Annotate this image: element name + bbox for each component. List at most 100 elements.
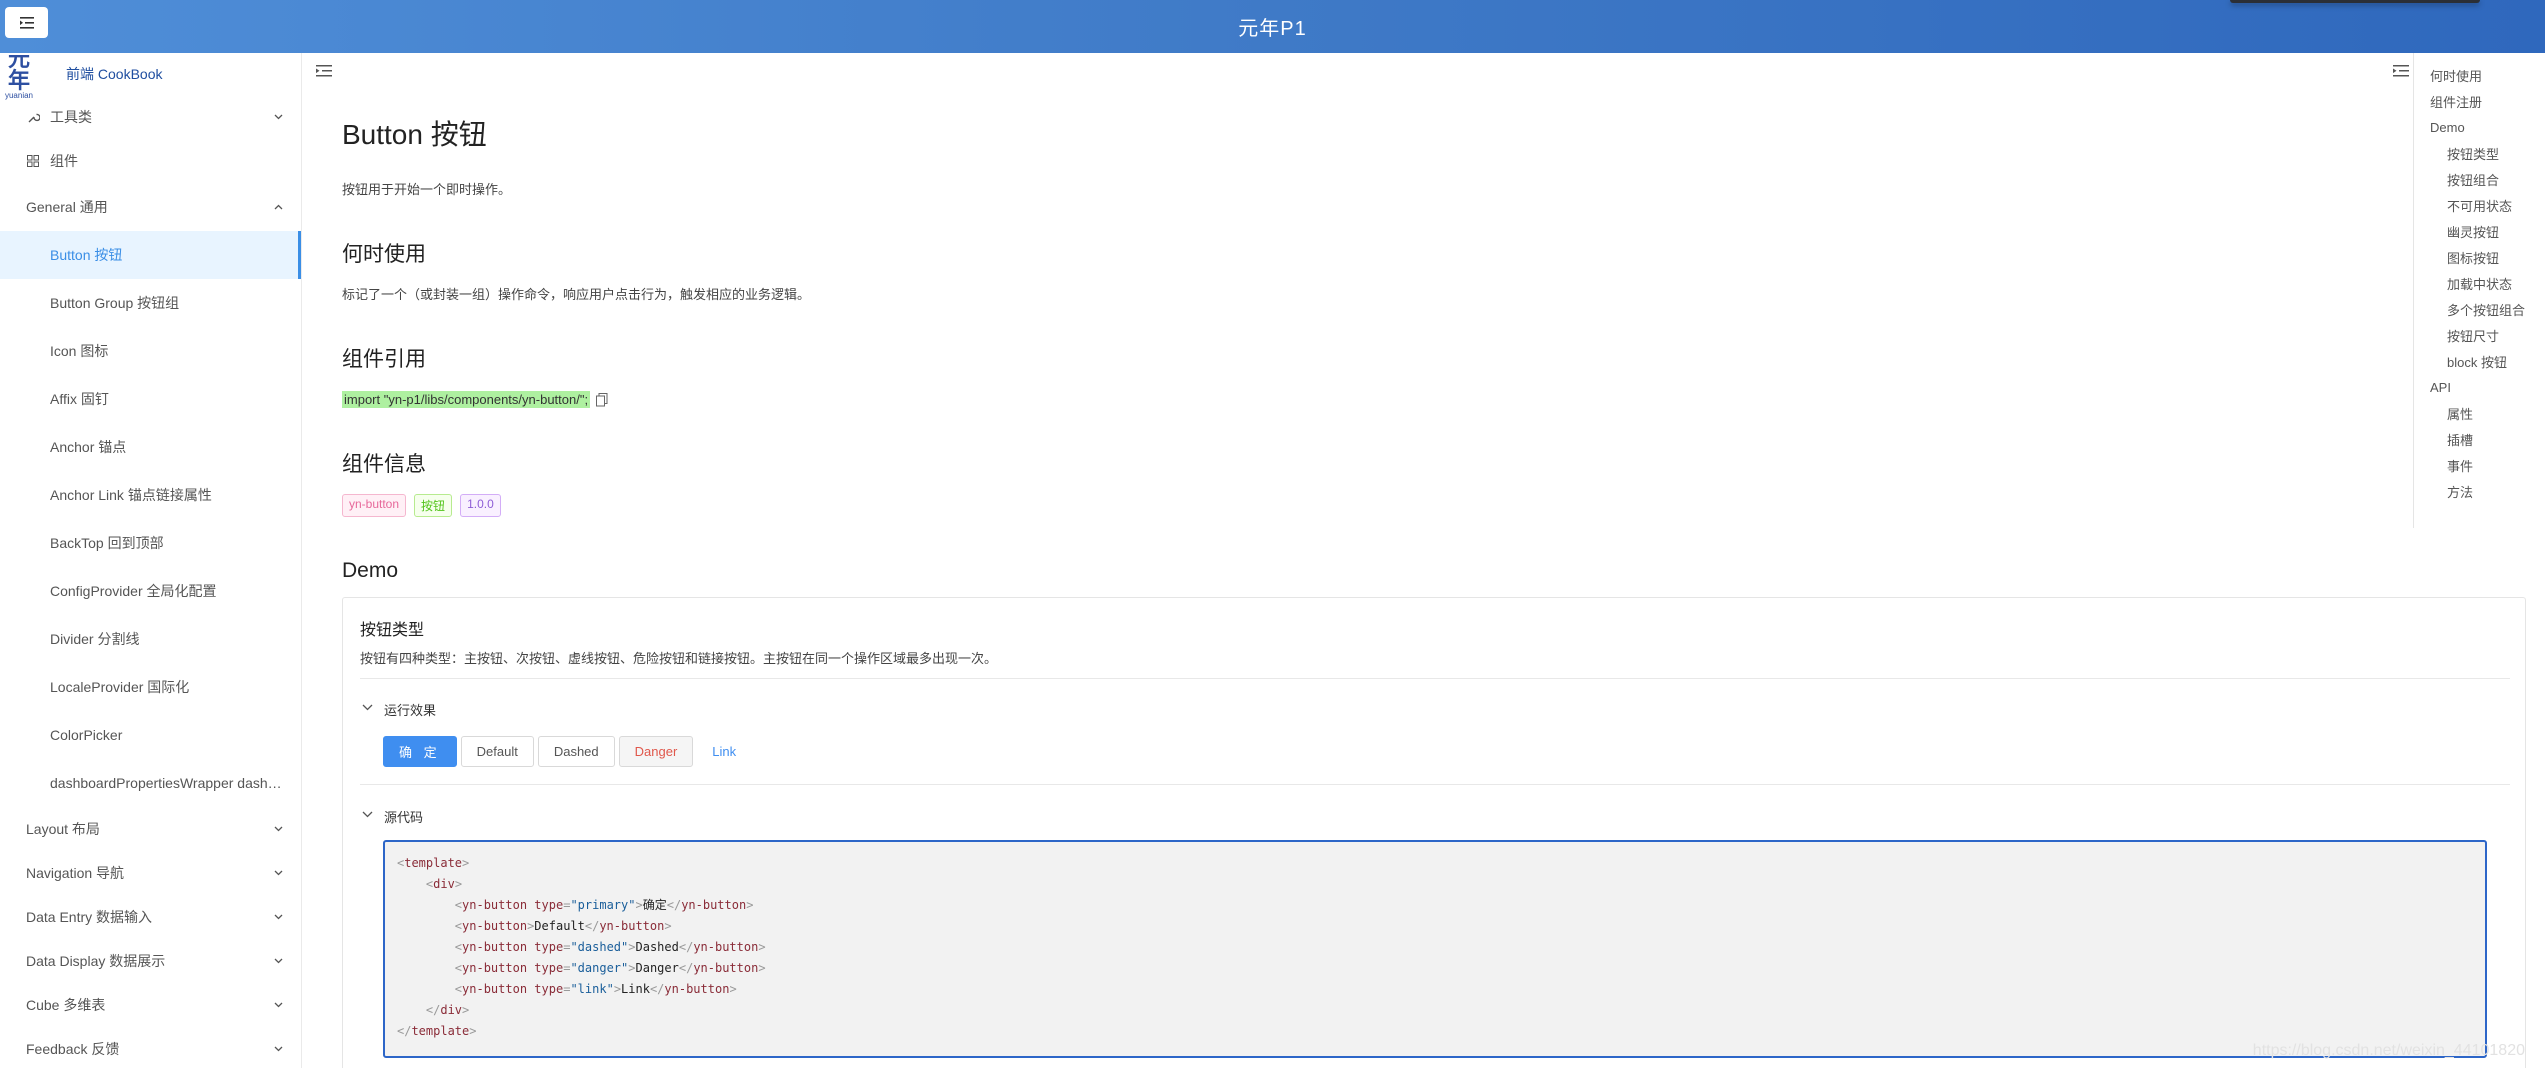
sidebar-item-dashboard-properties[interactable]: dashboardPropertiesWrapper dashboard属性配置	[0, 759, 301, 807]
chevron-down-icon	[273, 1000, 283, 1010]
section-import-title: 组件引用	[342, 348, 426, 371]
sidebar-item-label: ConfigProvider 全局化配置	[50, 583, 217, 599]
link-button[interactable]: Link	[697, 736, 751, 767]
code-token: type	[534, 898, 564, 912]
demo-card-desc: 按钮有四种类型：主按钮、次按钮、虚线按钮、危险按钮和链接按钮。主按钮在同一个操作…	[360, 651, 998, 666]
sidebar-item-label: Button Group 按钮组	[50, 295, 180, 311]
table-of-contents: 何时使用 组件注册 Demo 按钮类型 按钮组合 不可用状态 幽灵按钮 图标按钮…	[2413, 53, 2545, 528]
sidebar-item-tools[interactable]: 工具类	[0, 95, 301, 139]
toc-item-block[interactable]: block 按钮	[2414, 348, 2545, 374]
sidebar-item-affix[interactable]: Affix 固钉	[0, 375, 301, 423]
chevron-down-icon	[362, 704, 374, 716]
toc-item-register[interactable]: 组件注册	[2414, 88, 2545, 114]
toc-item-disabled[interactable]: 不可用状态	[2414, 192, 2545, 218]
sidebar-item-label: 工具类	[50, 109, 92, 125]
tag-category: 按钮	[414, 494, 453, 517]
danger-button[interactable]: Danger	[618, 736, 694, 767]
brand[interactable]: 元年 yuanian 前端 CookBook	[0, 53, 301, 100]
code-token: 确定	[642, 898, 667, 912]
code-token: Link	[621, 982, 650, 996]
sidebar-item-label: BackTop 回到顶部	[50, 535, 164, 551]
toc-item-methods[interactable]: 方法	[2414, 478, 2545, 504]
toc-item-button-group[interactable]: 按钮组合	[2414, 166, 2545, 192]
chevron-down-icon	[273, 1044, 283, 1054]
toc-item-props[interactable]: 属性	[2414, 400, 2545, 426]
section-when-title: 何时使用	[342, 243, 426, 266]
code-line: <div>	[425, 877, 463, 891]
chevron-up-icon	[273, 202, 283, 212]
default-button[interactable]: Default	[460, 736, 534, 767]
toc-item-multiple[interactable]: 多个按钮组合	[2414, 296, 2545, 322]
code-token: type	[534, 982, 564, 996]
sidebar-item-backtop[interactable]: BackTop 回到顶部	[0, 519, 301, 567]
toc-item-ghost[interactable]: 幽灵按钮	[2414, 218, 2545, 244]
grid-icon	[26, 154, 40, 168]
sidebar-group-cube[interactable]: Cube 多维表	[0, 983, 301, 1027]
page-description: 按钮用于开始一个即时操作。	[342, 182, 512, 197]
toc-item-api[interactable]: API	[2414, 374, 2545, 400]
source-code-editor[interactable]: <template> <div> <yn-button type="primar…	[383, 840, 2487, 1058]
code-token: yn-button	[462, 961, 528, 975]
page-title: Button 按钮	[342, 119, 487, 150]
primary-button[interactable]: 确 定	[383, 736, 457, 767]
sidebar-item-label: Icon 图标	[50, 343, 109, 359]
sidebar-group-layout[interactable]: Layout 布局	[0, 807, 301, 851]
code-token: link	[577, 982, 607, 996]
sidebar-item-components[interactable]: 组件	[0, 139, 301, 183]
sidebar-item-label: Feedback 反馈	[26, 1041, 120, 1057]
toc-item-size[interactable]: 按钮尺寸	[2414, 322, 2545, 348]
sidebar-item-label: dashboardPropertiesWrapper dashboard属性配置	[50, 775, 283, 791]
code-token: Danger	[635, 961, 679, 975]
toc-item-button-type[interactable]: 按钮类型	[2414, 140, 2545, 166]
sidebar-item-anchor-link[interactable]: Anchor Link 锚点链接属性	[0, 471, 301, 519]
toc-item-slots[interactable]: 插槽	[2414, 426, 2545, 452]
sidebar-item-label: Data Display 数据展示	[26, 953, 166, 969]
main-content: Button 按钮 按钮用于开始一个即时操作。 何时使用 标记了一个（或封装一组…	[302, 53, 2545, 1068]
sidebar-item-label: 组件	[50, 153, 78, 169]
logo-cn: 元年	[7, 53, 30, 94]
button-demo-row: 确 定 Default Dashed Danger Link	[383, 736, 751, 767]
code-token: yn-button	[693, 940, 759, 954]
sidebar-group-data-display[interactable]: Data Display 数据展示	[0, 939, 301, 983]
code-token: type	[534, 940, 564, 954]
sidebar-item-label: Anchor Link 锚点链接属性	[50, 487, 212, 503]
menu-toggle-button[interactable]	[5, 7, 48, 38]
code-token: yn-button	[462, 982, 528, 996]
import-line: import "yn-p1/libs/components/yn-button/…	[342, 391, 2528, 408]
sidebar-item-locale-provider[interactable]: LocaleProvider 国际化	[0, 663, 301, 711]
sidebar-item-config-provider[interactable]: ConfigProvider 全局化配置	[0, 567, 301, 615]
sidebar-group-feedback[interactable]: Feedback 反馈	[0, 1027, 301, 1068]
sidebar-item-color-picker[interactable]: ColorPicker	[0, 711, 301, 759]
sidebar-item-icon[interactable]: Icon 图标	[0, 327, 301, 375]
sidebar-group-general[interactable]: General 通用	[0, 183, 301, 231]
source-panel-header[interactable]: 源代码	[360, 807, 423, 826]
sidebar-item-button-group[interactable]: Button Group 按钮组	[0, 279, 301, 327]
chevron-down-icon	[273, 868, 283, 878]
sidebar-item-divider[interactable]: Divider 分割线	[0, 615, 301, 663]
sidebar-group-navigation[interactable]: Navigation 导航	[0, 851, 301, 895]
toc-item-demo[interactable]: Demo	[2414, 114, 2545, 140]
sidebar-item-anchor[interactable]: Anchor 锚点	[0, 423, 301, 471]
sidebar-item-label: Cube 多维表	[26, 997, 106, 1013]
toc-item-icon-button[interactable]: 图标按钮	[2414, 244, 2545, 270]
copy-icon[interactable]	[596, 392, 608, 407]
sidebar-item-label: Layout 布局	[26, 821, 100, 837]
sidebar-item-button[interactable]: Button 按钮	[0, 231, 301, 279]
chevron-down-icon	[273, 912, 283, 922]
toc-toggle-icon[interactable]	[2393, 64, 2409, 78]
toc-item-loading[interactable]: 加载中状态	[2414, 270, 2545, 296]
code-token: danger	[577, 961, 622, 975]
watermark: https://blog.csdn.net/weixin_44101820	[2252, 1042, 2525, 1059]
run-panel-header[interactable]: 运行效果	[360, 700, 436, 719]
toc-item-events[interactable]: 事件	[2414, 452, 2545, 478]
import-code: import "yn-p1/libs/components/yn-button/…	[342, 391, 591, 408]
sidebar-item-label: Button 按钮	[50, 247, 123, 263]
code-line: <yn-button type="primary">确定</yn-button>	[454, 898, 754, 912]
toc-item-when[interactable]: 何时使用	[2414, 62, 2545, 88]
collapse-sidebar-icon[interactable]	[316, 64, 332, 78]
dashed-button[interactable]: Dashed	[537, 736, 615, 767]
code-line: <yn-button type="link">Link</yn-button>	[454, 982, 737, 996]
code-line: <yn-button type="dashed">Dashed</yn-butt…	[454, 940, 766, 954]
sidebar-group-data-entry[interactable]: Data Entry 数据输入	[0, 895, 301, 939]
tag-component-name: yn-button	[342, 494, 407, 517]
